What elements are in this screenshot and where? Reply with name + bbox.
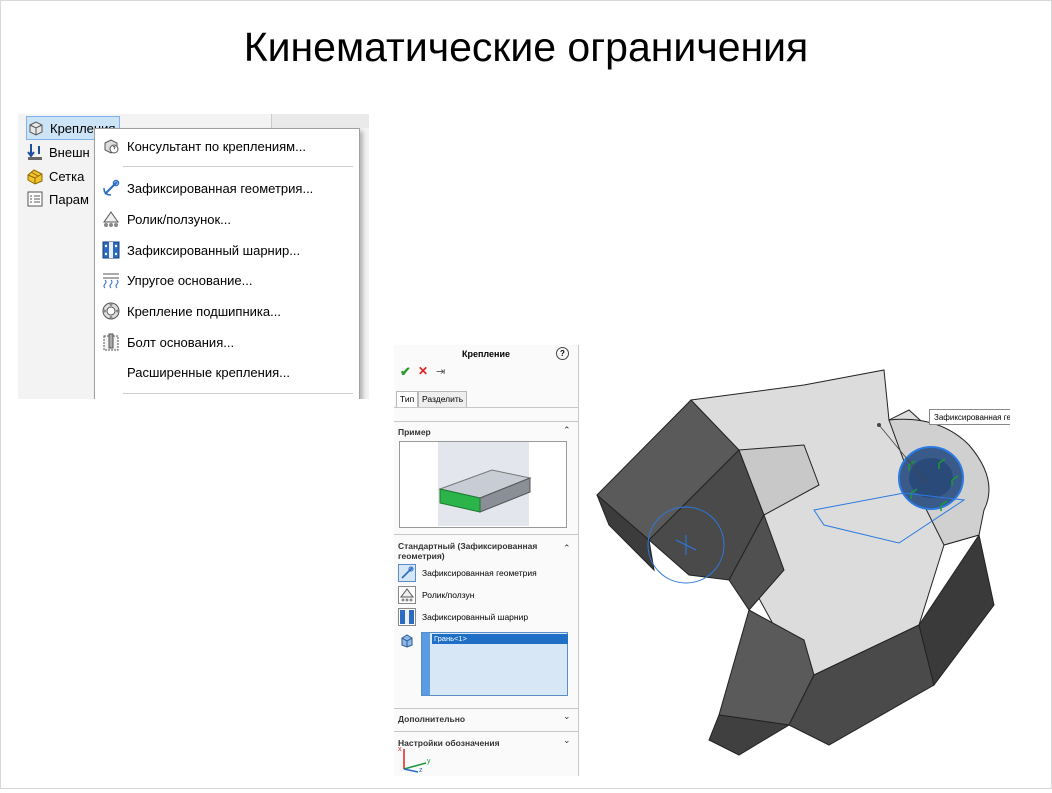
tree-item-external-loads[interactable]: Внешн	[26, 141, 90, 163]
fixed-geometry-callout[interactable]: Зафиксированная геометрия:	[929, 409, 1010, 425]
menu-item-label: Расширенные крепления...	[127, 364, 290, 380]
divider	[394, 421, 578, 422]
section-example: Пример	[398, 427, 431, 437]
expand-chevron-icon[interactable]: ⌄	[563, 735, 571, 746]
menu-item-label: Болт основания...	[127, 334, 235, 350]
fixtures-icon	[27, 119, 45, 137]
fixture-advisor-icon	[101, 136, 121, 156]
selection-list-item[interactable]: Грань<1>	[432, 634, 568, 644]
elastic-support-icon	[101, 270, 121, 290]
roller-slider-icon	[101, 209, 121, 229]
menu-item-fixed-hinge[interactable]: Зафиксированный шарнир...	[95, 236, 359, 264]
face-selection-icon	[401, 634, 413, 648]
callout-label: Зафиксированная геометрия:	[934, 413, 1010, 422]
bearing-fixture-icon	[101, 301, 121, 321]
menu-item-label: Консультант по креплениям...	[127, 138, 306, 154]
ok-button[interactable]: ✔	[400, 364, 411, 380]
triad-z-label: z	[419, 767, 423, 773]
fixed-hinge-icon	[398, 608, 416, 626]
fixed-geometry-icon	[398, 564, 416, 582]
fixed-hinge-icon	[101, 240, 121, 260]
fixtures-context-menu: Консультант по креплениям... Зафиксирова…	[94, 128, 360, 399]
option-roller-slider[interactable]: Ролик/ползун	[398, 586, 474, 604]
option-label: Ролик/ползун	[422, 590, 475, 600]
graphics-viewport[interactable]: Зафиксированная геометрия:	[579, 345, 1010, 776]
tab-split[interactable]: Разделить	[418, 391, 468, 408]
tree-item-label: Внешн	[49, 144, 90, 160]
divider	[394, 731, 578, 732]
menu-item-label: Крепление подшипника...	[127, 303, 281, 319]
option-fixed-geometry[interactable]: Зафиксированная геометрия	[398, 564, 537, 582]
menu-item-foundation-bolt[interactable]: Болт основания...	[95, 328, 359, 356]
menu-item-label: Зафиксированный шарнир...	[127, 242, 301, 258]
preview-block	[438, 469, 532, 513]
option-fixed-hinge[interactable]: Зафиксированный шарнир	[398, 608, 528, 626]
panel-title: Крепление	[461, 349, 510, 359]
menu-item-fixed-geometry[interactable]: Зафиксированная геометрия...	[95, 174, 359, 202]
example-preview-image	[399, 441, 567, 528]
menu-separator	[123, 393, 353, 394]
tree-item-label: Сетка	[49, 168, 85, 184]
collapse-chevron-icon[interactable]: ⌃	[563, 425, 571, 436]
menu-item-fixture-advisor[interactable]: Консультант по креплениям...	[95, 132, 359, 160]
blank-icon	[101, 362, 121, 382]
fixture-property-screenshot: Крепление ? ✔ ✕ ⇥ Тип Разделить Пример ⌃…	[394, 345, 1010, 776]
option-label: Зафиксированный шарнир	[422, 612, 529, 622]
menu-item-roller-slider[interactable]: Ролик/ползунок...	[95, 205, 359, 233]
menu-item-label: Ролик/ползунок...	[127, 211, 232, 227]
divider	[394, 407, 578, 408]
coordinate-triad-icon: x y z	[398, 746, 431, 773]
triad-x-label: x	[398, 746, 402, 753]
menu-item-bearing-fixture[interactable]: Крепление подшипника...	[95, 297, 359, 325]
selection-color-bar	[422, 633, 430, 695]
fixtures-menu-screenshot: Крепления Внешн Сетка Парам Консультант …	[18, 114, 369, 399]
menu-item-label: Зафиксированная геометрия...	[127, 180, 314, 196]
collapse-chevron-icon[interactable]: ⌃	[563, 543, 571, 554]
triad-y-label: y	[427, 758, 431, 765]
menu-item-advanced-fixtures[interactable]: Расширенные крепления...	[95, 358, 359, 386]
tab-type[interactable]: Тип	[396, 391, 419, 408]
section-standard: Стандартный (Зафиксированная геометрия)	[398, 541, 538, 561]
parameters-icon	[26, 190, 44, 208]
tree-item-mesh[interactable]: Сетка	[26, 165, 84, 187]
menu-separator	[123, 166, 353, 167]
roller-slider-icon	[398, 586, 416, 604]
menu-item-label: Упругое основание...	[127, 272, 253, 288]
expand-chevron-icon[interactable]: ⌄	[563, 711, 571, 722]
selection-list[interactable]: Грань<1>	[421, 632, 568, 696]
cancel-button[interactable]: ✕	[418, 364, 428, 378]
external-loads-icon	[26, 143, 44, 161]
divider	[394, 708, 578, 709]
divider	[394, 534, 578, 535]
fixed-geometry-icon	[101, 178, 121, 198]
mesh-icon	[26, 167, 44, 185]
tree-item-label: Парам	[49, 191, 89, 207]
menu-item-elastic-support[interactable]: Упругое основание...	[95, 266, 359, 294]
option-label: Зафиксированная геометрия	[422, 568, 537, 578]
pin-button[interactable]: ⇥	[436, 365, 445, 378]
section-advanced[interactable]: Дополнительно	[398, 714, 465, 724]
help-icon[interactable]: ?	[556, 347, 569, 360]
foundation-bolt-icon	[101, 332, 121, 352]
tree-item-parameters[interactable]: Парам	[26, 188, 89, 210]
tree-scroll-area	[271, 114, 369, 128]
slide-title: Кинематические ограничения	[243, 24, 809, 70]
property-manager-panel: Крепление ? ✔ ✕ ⇥ Тип Разделить Пример ⌃…	[394, 345, 579, 776]
